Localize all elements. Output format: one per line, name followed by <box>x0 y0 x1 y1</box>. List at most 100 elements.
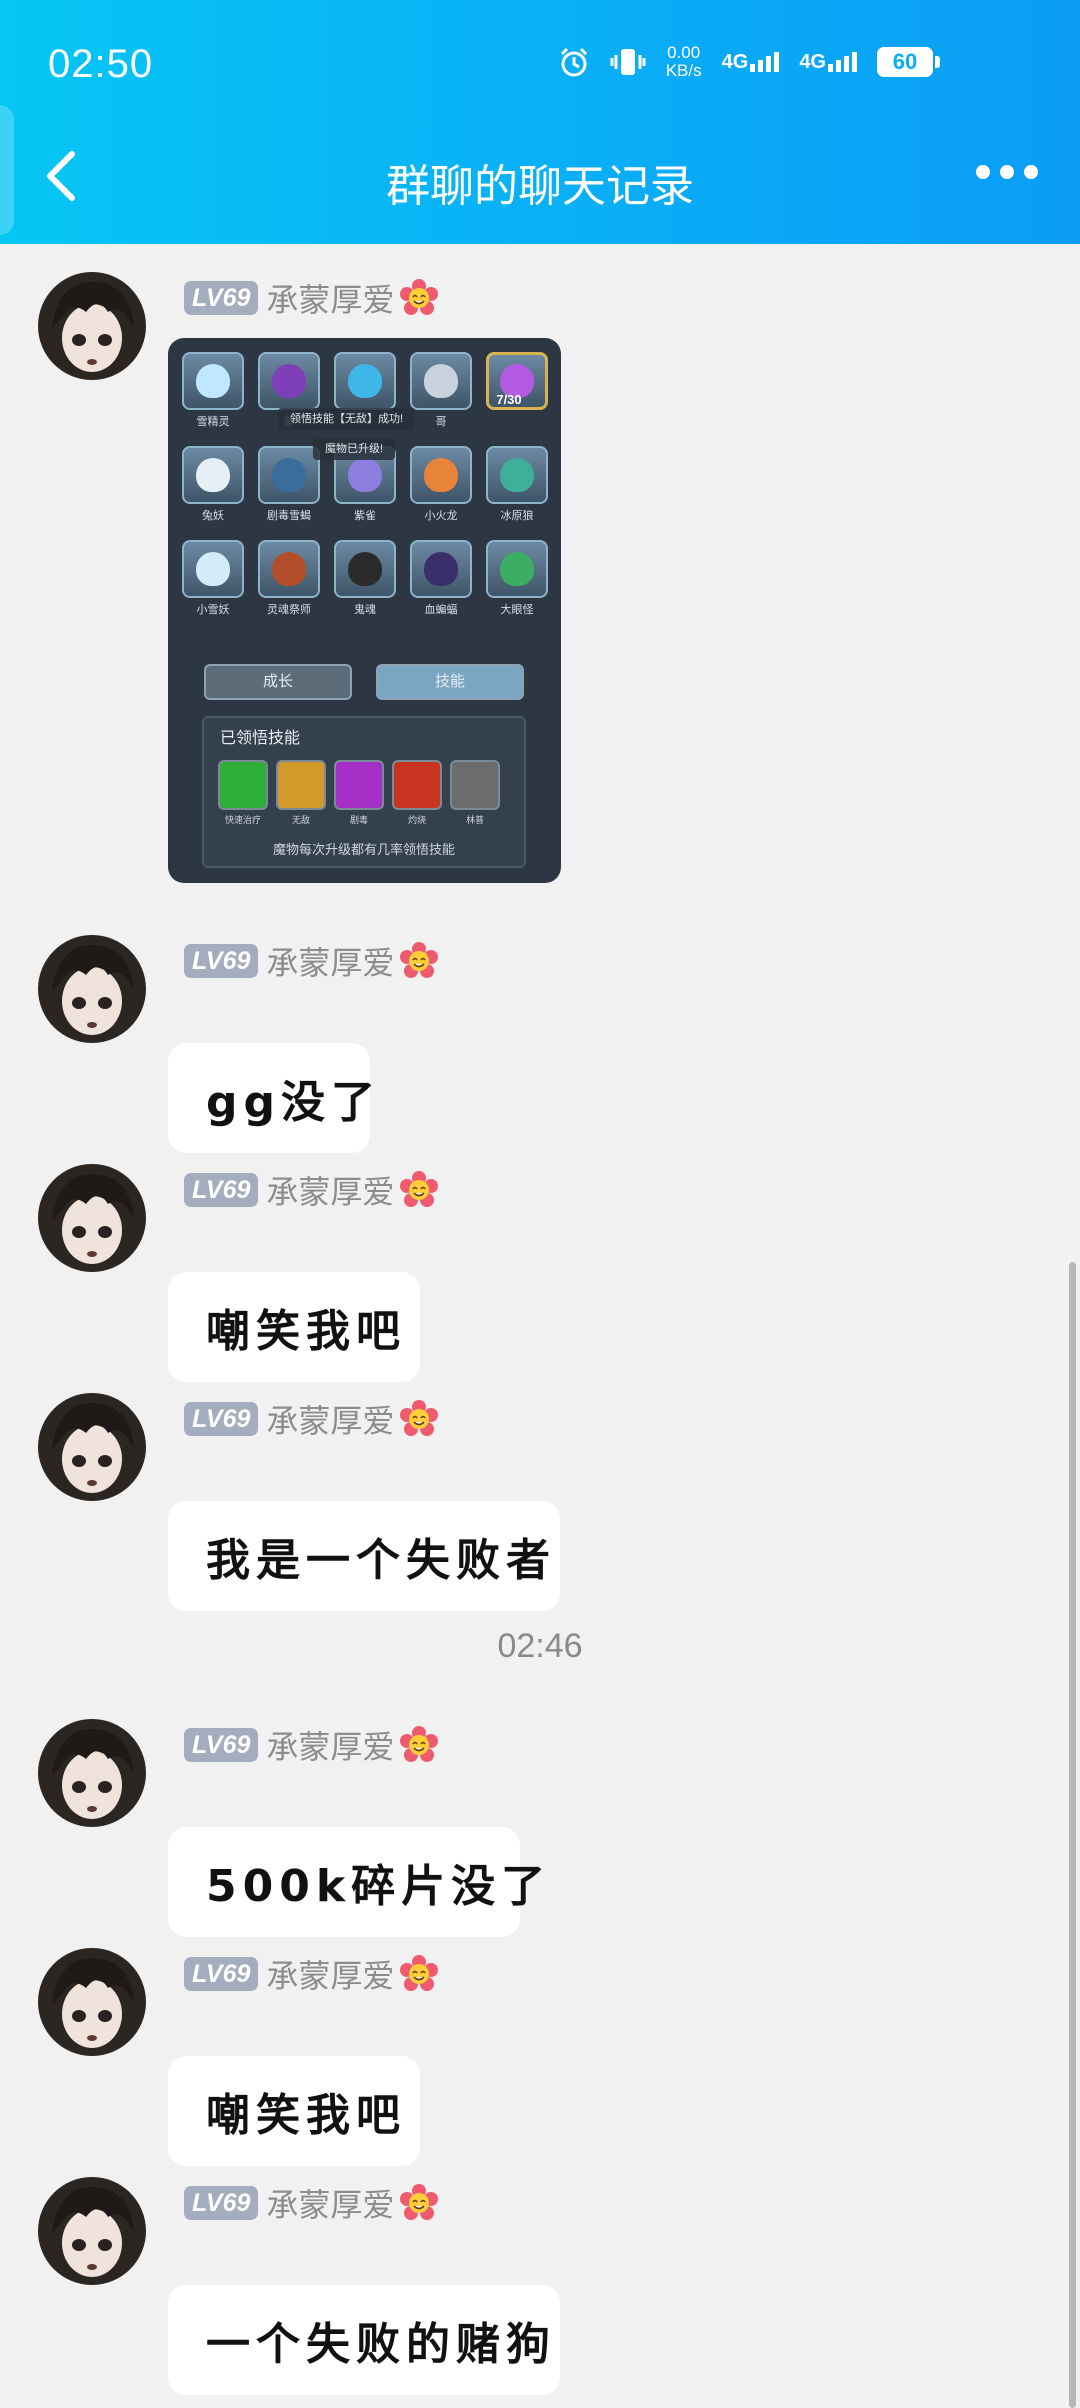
flower-badge-icon <box>400 1171 439 1207</box>
signal-2-label: 4G <box>799 50 826 73</box>
game-screenshot-image[interactable]: 雪精灵紫哥兔妖剧毒雪蝎紫雀小火龙冰原狼小雪妖灵魂祭师鬼魂血蝙蝠大眼怪 7/30 … <box>168 338 561 883</box>
tab-growth: 成长 <box>204 664 352 700</box>
top-bar: 02:50 0.00 KB/s 4G 4G 60 群聊的聊天记录 <box>0 0 1080 244</box>
time-divider: 02:46 <box>497 1627 583 1665</box>
avatar-image <box>38 1393 146 1501</box>
level-badge: LV69 <box>184 944 259 978</box>
monster-name: 血蝙蝠 <box>424 604 458 616</box>
sender-info: LV69 承蒙厚爱 <box>184 1396 439 1442</box>
avatar-image <box>38 2177 146 2285</box>
monster-sprite-icon <box>348 364 382 398</box>
monster-name: 剧毒雪蝎 <box>267 510 311 522</box>
learned-skills-panel: 已领悟技能 快速治疗 无敌 剧毒 灼烧 林普 魔物每次升级都有几率领悟技能 <box>202 716 526 868</box>
net-speed: 0.00 KB/s <box>666 44 702 80</box>
skill-name: 无敌 <box>291 815 310 825</box>
skill-icon <box>450 760 500 810</box>
monster-portrait <box>182 540 244 598</box>
game-tabs: 成长 技能 <box>204 664 524 700</box>
page-title: 群聊的聊天记录 <box>386 162 694 211</box>
toast-upgrade: 魔物已升级! <box>313 438 396 460</box>
sender-info: LV69 承蒙厚爱 <box>184 1167 439 1213</box>
message-bubble[interactable]: gg没了 <box>168 1043 375 1153</box>
flower-badge-icon <box>400 1726 439 1762</box>
avatar-image <box>38 1719 146 1827</box>
signal-1-label: 4G <box>721 50 749 73</box>
avatar[interactable] <box>38 2177 146 2285</box>
monster-portrait <box>334 540 396 598</box>
sender-name[interactable]: 承蒙厚爱 <box>266 1951 394 1997</box>
avatar[interactable] <box>38 935 146 1043</box>
monster-sprite-icon <box>424 458 458 492</box>
monster-portrait <box>334 352 396 410</box>
monster-cell: 兔妖 <box>178 446 248 530</box>
message-bubble[interactable]: 我是一个失败者 <box>168 1501 560 1611</box>
status-time: 02:50 <box>48 42 154 86</box>
monster-portrait <box>258 540 320 598</box>
skill-item: 剧毒 <box>334 760 384 826</box>
sender-name[interactable]: 承蒙厚爱 <box>266 2180 394 2226</box>
monster-portrait <box>258 352 320 410</box>
monster-sprite-icon <box>272 552 306 586</box>
net-speed-unit: KB/s <box>665 61 702 80</box>
sender-info: LV69 承蒙厚爱 <box>184 1722 439 1768</box>
level-badge: LV69 <box>184 1728 259 1762</box>
monster-name: 小火龙 <box>424 510 458 522</box>
message-bubble[interactable]: 嘲笑我吧 <box>168 2056 420 2166</box>
signal-bars-icon <box>750 52 780 72</box>
monster-name: 兔妖 <box>202 510 224 522</box>
monster-portrait <box>258 446 320 504</box>
sender-name[interactable]: 承蒙厚爱 <box>266 1722 394 1768</box>
monster-name: 灵魂祭师 <box>267 604 311 616</box>
battery-indicator: 60 <box>877 47 940 77</box>
monster-sprite-icon <box>272 364 306 398</box>
monster-sprite-icon <box>500 458 534 492</box>
status-icons: 0.00 KB/s 4G 4G 60 <box>558 44 940 80</box>
avatar[interactable] <box>38 272 146 380</box>
skill-icon <box>334 760 384 810</box>
monster-name: 哥 <box>435 416 447 428</box>
skill-name: 灼烧 <box>407 815 426 825</box>
flower-badge-icon <box>400 1400 439 1436</box>
sender-info: LV69 承蒙厚爱 <box>184 275 439 321</box>
message-bubble[interactable]: 500k碎片没了 <box>168 1827 545 1937</box>
monster-cell: 大眼怪 <box>482 540 552 624</box>
vibrate-icon <box>610 49 646 75</box>
sender-name[interactable]: 承蒙厚爱 <box>266 1167 394 1213</box>
more-dot-icon <box>1000 165 1014 179</box>
more-dot-icon <box>1024 165 1038 179</box>
toast-skill: 领悟技能【无敌】成功! <box>278 408 416 430</box>
monster-sprite-icon <box>500 552 534 586</box>
alarm-icon <box>560 47 587 77</box>
battery-tip <box>935 56 940 68</box>
monster-portrait <box>182 352 244 410</box>
avatar[interactable] <box>38 1948 146 2056</box>
level-badge: LV69 <box>184 1173 259 1207</box>
sender-name[interactable]: 承蒙厚爱 <box>266 1396 394 1442</box>
skill-icon <box>392 760 442 810</box>
sender-name[interactable]: 承蒙厚爱 <box>266 938 394 984</box>
monster-cell: 血蝙蝠 <box>406 540 476 624</box>
monster-name: 大眼怪 <box>500 604 534 616</box>
skill-item: 灼烧 <box>392 760 442 826</box>
monster-sprite-icon <box>196 458 230 492</box>
avatar[interactable] <box>38 1164 146 1272</box>
monster-name: 冰原狼 <box>500 510 534 522</box>
level-badge: LV69 <box>184 281 259 315</box>
monster-sprite-icon <box>424 552 458 586</box>
skills-footer: 魔物每次升级都有几率领悟技能 <box>272 842 455 857</box>
more-options-button[interactable] <box>976 165 1038 179</box>
battery-icon: 60 <box>877 47 933 77</box>
avatar[interactable] <box>38 1393 146 1501</box>
net-speed-value: 0.00 <box>667 43 701 62</box>
sender-name[interactable]: 承蒙厚爱 <box>266 275 394 321</box>
message-bubble[interactable]: 一个失败的赌狗 <box>168 2285 560 2395</box>
monster-sprite-icon <box>348 552 382 586</box>
flower-badge-icon <box>400 942 439 978</box>
message-bubble[interactable]: 嘲笑我吧 <box>168 1272 420 1382</box>
level-badge: LV69 <box>184 1957 259 1991</box>
more-dot-icon <box>976 165 990 179</box>
skill-item: 林普 <box>450 760 500 826</box>
sender-info: LV69 承蒙厚爱 <box>184 1951 439 1997</box>
scrollbar[interactable] <box>1069 1262 1076 2408</box>
avatar[interactable] <box>38 1719 146 1827</box>
